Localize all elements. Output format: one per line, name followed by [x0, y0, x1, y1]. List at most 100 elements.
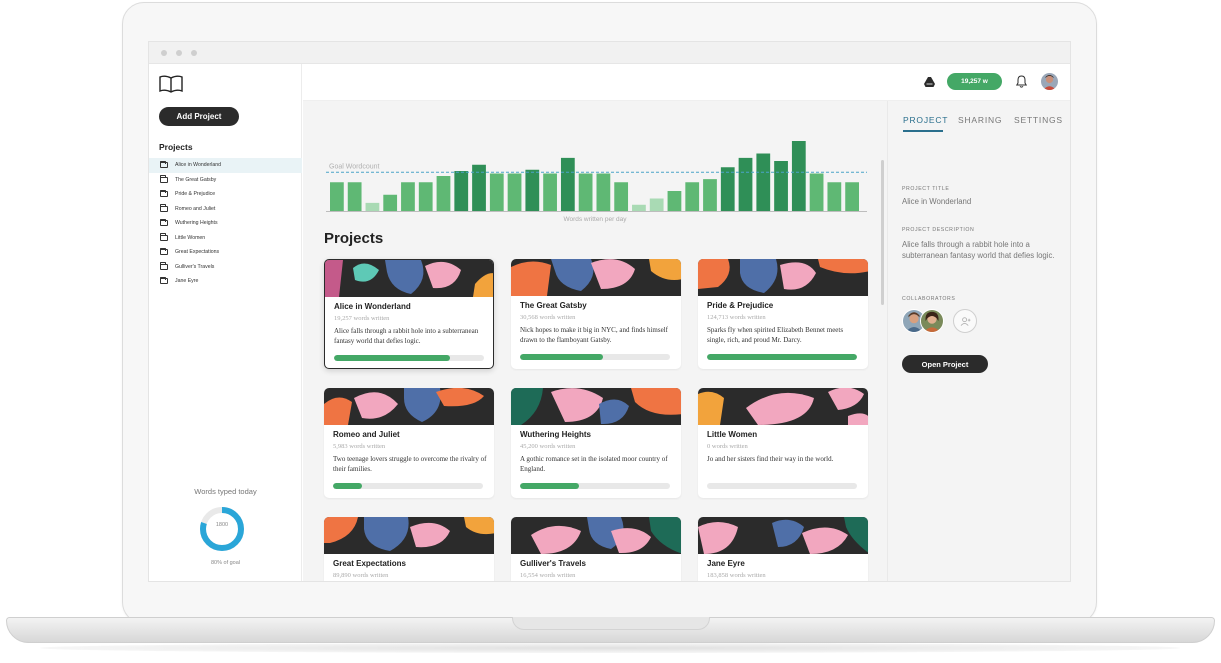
- sidebar-project-item[interactable]: Jane Eyre: [149, 274, 302, 289]
- card-cover-shape: [511, 261, 551, 296]
- tab-sharing[interactable]: SHARING: [958, 115, 1002, 125]
- main-scrollbar[interactable]: [881, 160, 884, 305]
- book-logo-icon[interactable]: [159, 75, 183, 93]
- app-window: Add Project Projects Alice in Wonderland…: [148, 41, 1071, 582]
- sidebar-project-label: The Great Gatsby: [175, 176, 217, 183]
- card-word-count: 30,568 words written: [520, 314, 576, 321]
- add-collaborator-icon[interactable]: [953, 309, 977, 333]
- folder-icon: [160, 160, 168, 169]
- project-card[interactable]: Great Expectations 89,890 words written: [324, 517, 494, 581]
- window-dot-close[interactable]: [161, 50, 167, 56]
- sidebar-project-item[interactable]: Gulliver's Travels: [149, 260, 302, 275]
- bell-icon[interactable]: [1016, 75, 1027, 88]
- window-titlebar: [149, 42, 1070, 64]
- tab-project[interactable]: PROJECT: [903, 115, 948, 125]
- projects-heading: Projects: [324, 230, 384, 247]
- add-project-button[interactable]: Add Project: [159, 107, 239, 126]
- card-cover-art: [325, 260, 493, 297]
- chart-bar: [489, 173, 504, 211]
- window-dot-minimize[interactable]: [176, 50, 182, 56]
- active-tab-indicator: [903, 130, 943, 132]
- chart-bar: [756, 153, 771, 211]
- sidebar-project-label: Pride & Prejudice: [175, 191, 216, 198]
- project-card[interactable]: Little Women 0 words written Jo and her si…: [698, 388, 868, 498]
- card-title: The Great Gatsby: [520, 301, 587, 310]
- card-title: Gulliver's Travels: [520, 559, 586, 568]
- sidebar-project-item[interactable]: Little Women: [149, 231, 302, 246]
- chart-bar: [845, 182, 859, 211]
- card-cover-art: [698, 517, 868, 554]
- sidebar: Add Project Projects Alice in Wonderland…: [149, 64, 302, 581]
- sidebar-project-item[interactable]: Great Expectations: [149, 245, 302, 260]
- sidebar-project-label: Wuthering Heights: [175, 220, 218, 227]
- chart-goal-label: Goal Wordcount: [329, 163, 380, 170]
- chart-bar: [436, 176, 451, 211]
- sidebar-project-item[interactable]: Romeo and Juliet: [149, 202, 302, 217]
- sidebar-project-label: Romeo and Juliet: [175, 205, 216, 212]
- folder-icon: [160, 233, 168, 241]
- card-cover-art: [324, 517, 494, 554]
- chart-bar: [454, 171, 469, 211]
- open-project-button[interactable]: Open Project: [902, 355, 988, 373]
- card-title: Great Expectations: [333, 559, 406, 568]
- wordcount-badge[interactable]: 19,257 w: [947, 73, 1002, 90]
- chart-bar: [827, 182, 842, 211]
- laptop-shadow: [40, 643, 1180, 653]
- project-card[interactable]: Romeo and Juliet 5,983 words written Two t…: [324, 388, 494, 498]
- card-description: Jo and her sisters find their way in the…: [707, 455, 834, 463]
- project-card[interactable]: The Great Gatsby 30,568 words written Nick…: [511, 259, 681, 369]
- project-card[interactable]: Wuthering Heights 45,200 words written A g…: [511, 388, 681, 498]
- project-card[interactable]: Jane Eyre 183,858 words written: [698, 517, 868, 581]
- chart-x-label: Words written per day: [563, 216, 627, 223]
- card-progress-fill: [334, 355, 450, 361]
- project-card[interactable]: Pride & Prejudice 124,713 words written Sp…: [698, 259, 868, 369]
- card-progress-fill: [520, 354, 603, 360]
- chart-bar: [418, 182, 433, 211]
- project-card[interactable]: Gulliver's Travels 16,554 words written: [511, 517, 681, 581]
- sidebar-project-label: Jane Eyre: [175, 278, 199, 285]
- collaborator-avatar[interactable]: [920, 309, 944, 333]
- chart-bar: [543, 173, 557, 211]
- card-description: Two teenage lovers struggle to overcome …: [333, 455, 487, 473]
- sidebar-project-item[interactable]: Alice in Wonderland: [149, 158, 302, 173]
- folder-icon: [160, 189, 168, 198]
- card-description: Sparks fly when spirited Elizabeth Benne…: [707, 326, 844, 344]
- card-progress-bar: [520, 483, 670, 489]
- chart-bar: [383, 194, 398, 211]
- card-title: Little Women: [707, 430, 758, 439]
- chart-bar: [685, 182, 700, 211]
- goal-percent: 80% of goal: [210, 560, 241, 566]
- chart-bar: [703, 179, 717, 211]
- words-today-donut: [200, 507, 244, 551]
- folder-icon: [160, 204, 168, 212]
- chart-bar: [525, 169, 540, 211]
- project-card[interactable]: Alice in Wonderland 19,257 words written A…: [324, 259, 494, 369]
- chart-bar: [578, 173, 593, 211]
- chart-bar: [596, 173, 611, 211]
- project-list: Alice in Wonderland The Great Gatsby Pride…: [149, 158, 302, 289]
- drive-icon[interactable]: [924, 77, 935, 87]
- tab-settings[interactable]: SETTINGS: [1014, 115, 1063, 125]
- project-description-label: PROJECT DESCRIPTION: [902, 227, 975, 233]
- card-cover-art: [698, 259, 868, 296]
- sidebar-project-item[interactable]: Pride & Prejudice: [149, 187, 302, 202]
- add-user-icon: [960, 316, 970, 326]
- words-today-label: Words typed today: [194, 487, 257, 496]
- sidebar-project-item[interactable]: The Great Gatsby: [149, 173, 302, 188]
- sidebar-project-item[interactable]: Wuthering Heights: [149, 216, 302, 231]
- chart-bar: [632, 204, 646, 211]
- window-dot-maximize[interactable]: [191, 50, 197, 56]
- sidebar-project-label: Alice in Wonderland: [175, 162, 222, 169]
- words-per-day-chart: Goal Wordcount: [326, 141, 867, 212]
- card-progress-fill: [707, 354, 857, 360]
- chart-bar: [401, 182, 415, 211]
- user-avatar[interactable]: [1041, 73, 1058, 90]
- collaborators-label: COLLABORATORS: [902, 296, 956, 302]
- card-progress-bar: [707, 354, 857, 360]
- card-word-count: 45,200 words written: [520, 443, 576, 450]
- card-progress-bar: [334, 355, 484, 361]
- card-word-count: 19,257 words written: [334, 315, 390, 322]
- chart-bar: [330, 182, 344, 211]
- card-cover-art: [511, 388, 681, 425]
- card-progress-bar: [333, 483, 483, 489]
